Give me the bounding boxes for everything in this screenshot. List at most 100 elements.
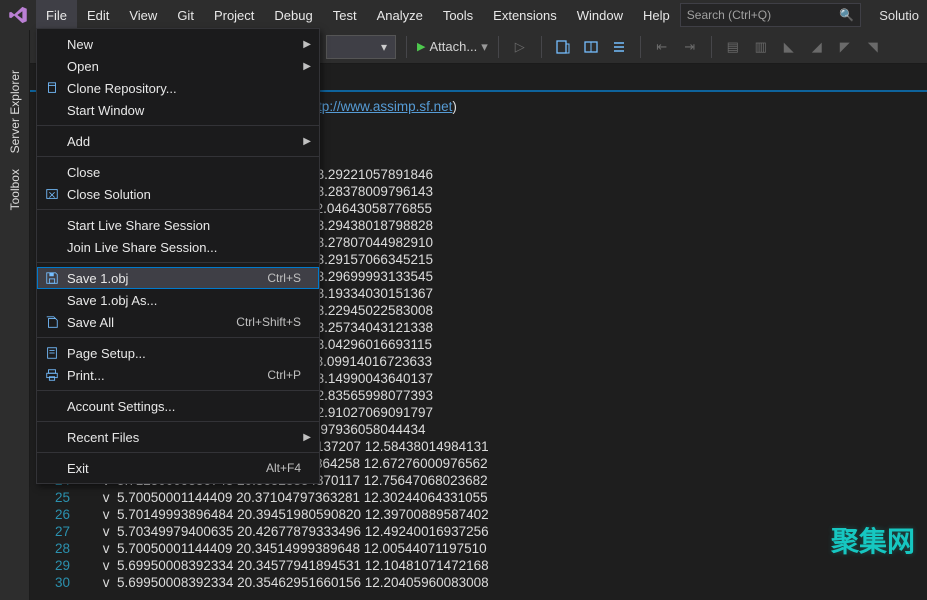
menu-help[interactable]: Help [633, 0, 680, 30]
submenu-arrow-icon: ▶ [303, 39, 311, 50]
save-icon [37, 271, 67, 285]
menu-item-label: Save All [67, 315, 236, 330]
menu-item-label: Start Window [67, 103, 301, 118]
menu-shortcut: Ctrl+Shift+S [236, 315, 301, 329]
side-tab-toolbox[interactable]: Toolbox [6, 163, 24, 216]
prev-bookmark-icon[interactable]: ◢ [806, 36, 828, 58]
menu-shortcut: Alt+F4 [266, 461, 301, 475]
side-tab-server-explorer[interactable]: Server Explorer [6, 64, 24, 159]
menu-item-close[interactable]: Close [37, 161, 319, 183]
menu-item-add[interactable]: Add▶ [37, 130, 319, 152]
menu-item-join-live-share-session[interactable]: Join Live Share Session... [37, 236, 319, 258]
menu-item-open[interactable]: Open▶ [37, 55, 319, 77]
menu-item-label: Print... [67, 368, 267, 383]
submenu-arrow-icon: ▶ [303, 61, 311, 72]
menu-item-clone-repository[interactable]: Clone Repository... [37, 77, 319, 99]
menu-separator [37, 421, 319, 422]
file-menu: New▶Open▶Clone Repository...Start Window… [36, 28, 320, 484]
menu-item-start-live-share-session[interactable]: Start Live Share Session [37, 214, 319, 236]
menu-item-save-1-obj[interactable]: Save 1.objCtrl+S [37, 267, 319, 289]
menubar: FileEditViewGitProjectDebugTestAnalyzeTo… [0, 0, 927, 30]
menu-item-label: Close Solution [67, 187, 301, 202]
menu-test[interactable]: Test [323, 0, 367, 30]
code-line: 28 v 5.70050001144409 20.34514999389648 … [30, 540, 927, 557]
clone-icon [37, 81, 67, 95]
attach-button[interactable]: ▶ Attach... ▾ [417, 39, 488, 55]
code-line: 30 v 5.69950008392334 20.35462951660156 … [30, 574, 927, 591]
menu-item-label: Open [67, 59, 301, 74]
line-number: 26 [30, 506, 84, 523]
line-number: 29 [30, 557, 84, 574]
indent-right-icon[interactable]: ⇥ [679, 36, 701, 58]
menu-separator [37, 390, 319, 391]
layout-icon[interactable] [580, 36, 602, 58]
menu-shortcut: Ctrl+P [267, 368, 301, 382]
list-icon[interactable] [608, 36, 630, 58]
menu-item-save-1-obj-as[interactable]: Save 1.obj As... [37, 289, 319, 311]
menu-item-save-all[interactable]: Save AllCtrl+Shift+S [37, 311, 319, 333]
menu-extensions[interactable]: Extensions [483, 0, 567, 30]
search-icon: 🔍 [839, 8, 854, 22]
line-number: 28 [30, 540, 84, 557]
clear-bookmark-icon[interactable]: ◥ [862, 36, 884, 58]
menu-separator [37, 262, 319, 263]
menu-debug[interactable]: Debug [264, 0, 322, 30]
menu-item-label: Start Live Share Session [67, 218, 301, 233]
menu-shortcut: Ctrl+S [267, 271, 301, 285]
menu-project[interactable]: Project [204, 0, 264, 30]
left-rail: Server Explorer Toolbox [0, 30, 30, 600]
menu-tools[interactable]: Tools [433, 0, 483, 30]
menu-item-account-settings[interactable]: Account Settings... [37, 395, 319, 417]
menu-item-print[interactable]: Print...Ctrl+P [37, 364, 319, 386]
line-number: 25 [30, 489, 84, 506]
page-setup-icon [37, 346, 67, 360]
menu-view[interactable]: View [119, 0, 167, 30]
config-dropdown[interactable]: ▾ [326, 35, 396, 59]
step-icon[interactable]: ▷ [509, 36, 531, 58]
next-bookmark-icon[interactable]: ◤ [834, 36, 856, 58]
menu-item-close-solution[interactable]: Close Solution [37, 183, 319, 205]
search-placeholder: Search (Ctrl+Q) [687, 8, 840, 22]
code-line: 29 v 5.69950008392334 20.34577941894531 … [30, 557, 927, 574]
code-line: 26 v 5.70149993896484 20.39451980590820 … [30, 506, 927, 523]
watermark: 聚集网 [831, 520, 915, 560]
search-box[interactable]: Search (Ctrl+Q)🔍 [680, 3, 861, 27]
menu-separator [37, 452, 319, 453]
new-file-icon[interactable] [552, 36, 574, 58]
menu-item-page-setup[interactable]: Page Setup... [37, 342, 319, 364]
menu-item-label: Recent Files [67, 430, 301, 445]
menu-git[interactable]: Git [167, 0, 204, 30]
uncomment-icon[interactable]: ▥ [750, 36, 772, 58]
menu-item-exit[interactable]: ExitAlt+F4 [37, 457, 319, 479]
menu-file[interactable]: File [36, 0, 77, 30]
menu-separator [37, 125, 319, 126]
menu-item-label: Add [67, 134, 301, 149]
menu-item-label: Join Live Share Session... [67, 240, 301, 255]
menu-separator [37, 337, 319, 338]
menu-analyze[interactable]: Analyze [367, 0, 433, 30]
menu-item-label: Save 1.obj As... [67, 293, 301, 308]
menu-item-recent-files[interactable]: Recent Files▶ [37, 426, 319, 448]
submenu-arrow-icon: ▶ [303, 136, 311, 147]
close-solution-icon [37, 187, 67, 201]
menu-item-new[interactable]: New▶ [37, 33, 319, 55]
bookmark-icon[interactable]: ◣ [778, 36, 800, 58]
indent-left-icon[interactable]: ⇤ [651, 36, 673, 58]
line-number: 27 [30, 523, 84, 540]
menu-item-label: Exit [67, 461, 266, 476]
menu-item-start-window[interactable]: Start Window [37, 99, 319, 121]
menu-item-label: Account Settings... [67, 399, 301, 414]
print-icon [37, 368, 67, 382]
solution-explorer-tab[interactable]: Solutio [871, 0, 927, 30]
menu-window[interactable]: Window [567, 0, 633, 30]
vs-logo-icon [8, 5, 28, 25]
code-line: 25 v 5.70050001144409 20.37104797363281 … [30, 489, 927, 506]
menu-edit[interactable]: Edit [77, 0, 119, 30]
url-link[interactable]: http://www.assimp.sf.net [307, 99, 453, 114]
code-line: 27 v 5.70349979400635 20.42677879333496 … [30, 523, 927, 540]
menu-separator [37, 209, 319, 210]
menu-item-label: Clone Repository... [67, 81, 301, 96]
save-all-icon [37, 315, 67, 329]
comment-icon[interactable]: ▤ [722, 36, 744, 58]
submenu-arrow-icon: ▶ [303, 432, 311, 443]
